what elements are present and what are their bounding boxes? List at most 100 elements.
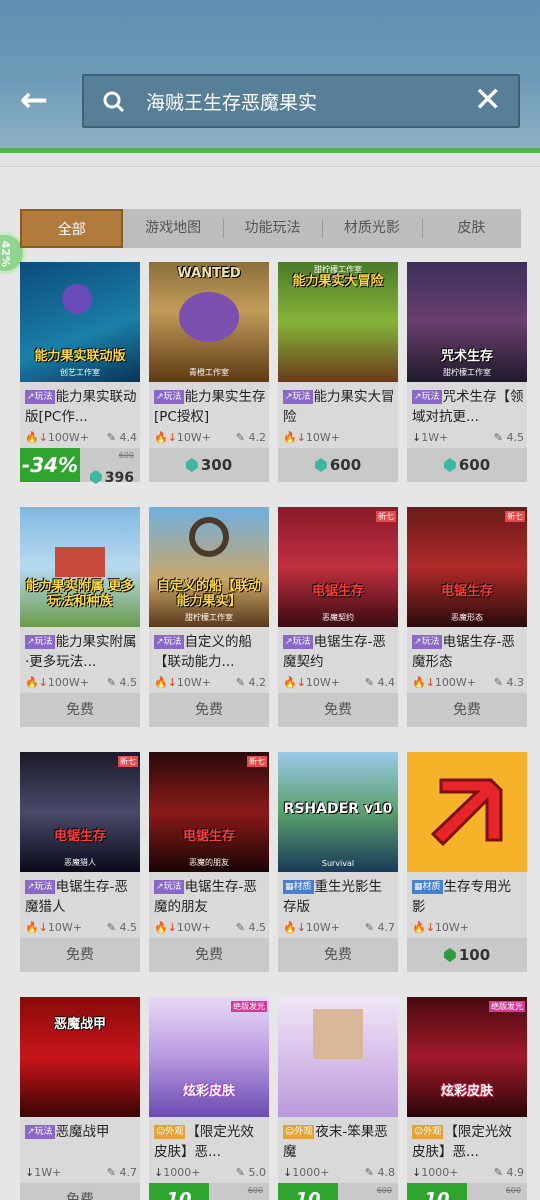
rating-icon: ✎: [493, 431, 503, 444]
content-card[interactable]: 新七 电锯生存 恶魔形态 ↗玩法 电锯生存-恶魔形态 🔥↓100W+ ✎ 4.3 免…: [407, 507, 527, 727]
content-card[interactable]: ☺外观 夜末-笨果恶魔 ↓1000+ ✎ 4.8 10 600: [278, 997, 398, 1200]
card-thumbnail: RSHADER v10 Survival: [278, 752, 398, 872]
thumb-title: 咒术生存: [440, 349, 493, 364]
close-icon[interactable]: ✕: [474, 82, 503, 118]
new-badge: 新七: [505, 511, 525, 522]
content-card[interactable]: 能力果实大冒险 甜柠檬工作室 ↗玩法 能力果实大冒险 🔥↓10W+ 600: [278, 262, 398, 482]
diamond-icon: [314, 458, 327, 472]
tag-play: ↗玩法: [154, 635, 184, 649]
rating-icon: ✎: [364, 1166, 374, 1179]
card-title: ↗玩法 能力果实大冒险: [283, 389, 395, 425]
price-bar: 10 600: [278, 1183, 398, 1200]
tab-textures[interactable]: 材质光影: [322, 209, 421, 248]
price-bar: 免费: [407, 693, 527, 727]
thumb-subtitle: 恶魔形态: [451, 613, 483, 622]
content-card[interactable]: ▦材质 生存专用光影 🔥↓10W+ 100: [407, 752, 527, 972]
card-title: ↗玩法 恶魔战甲: [25, 1124, 110, 1140]
thumb-title: WANTED: [177, 266, 241, 281]
card-thumbnail: [278, 997, 398, 1117]
glow-badge: 绝版发光: [489, 1001, 525, 1012]
card-stats: 🔥↓10W+: [283, 431, 341, 444]
tag-skin: ☺外观: [154, 1125, 186, 1139]
new-badge: 新七: [118, 756, 138, 767]
search-input[interactable]: 海贼王生存恶魔果实 ✕: [82, 74, 520, 128]
thumb-title: RSHADER v10: [283, 801, 393, 817]
hot-download-icon: 🔥↓: [25, 431, 48, 444]
tag-material: ▦材质: [412, 880, 443, 894]
thumb-title: 炫彩皮肤: [440, 1084, 493, 1099]
content-card[interactable]: 能力果实联动版 创艺工作室 ↗玩法 能力果实联动版[PC作... 🔥↓100W+ ✎…: [20, 262, 140, 486]
content-card[interactable]: 新七 电锯生存 恶魔猎人 ↗玩法 电锯生存-恶魔猎人 🔥↓10W+ ✎ 4.5 免费: [20, 752, 140, 972]
hot-download-icon: 🔥↓: [154, 431, 177, 444]
category-tabs: 全部 游戏地图 功能玩法 材质光影 皮肤: [20, 209, 521, 248]
card-thumbnail: 新七 电锯生存 恶魔契约: [278, 507, 398, 627]
content-card[interactable]: 咒术生存 甜柠檬工作室 ↗玩法 咒术生存【领域对抗更... ↓1W+ ✎ 4.5 6…: [407, 262, 527, 482]
card-stats: ↓1W+ ✎ 4.5: [412, 431, 524, 444]
download-icon: ↓: [283, 1166, 293, 1179]
price: 300: [200, 456, 233, 474]
card-thumbnail: 绝版发光 炫彩皮肤: [149, 997, 269, 1117]
thumb-title: 电锯生存: [53, 829, 106, 844]
card-title: ↗玩法 能力果实生存[PC授权]: [154, 389, 266, 425]
rating-icon: ✎: [235, 1166, 245, 1179]
tag-material: ▦材质: [283, 880, 314, 894]
content-card[interactable]: 绝版发光 炫彩皮肤 ☺外观 【限定光效皮肤】恶... ↓1000+ ✎ 5.0 10…: [149, 997, 269, 1200]
back-arrow-icon[interactable]: ←: [14, 82, 54, 122]
discount-badge: 10: [278, 1183, 338, 1200]
tab-all[interactable]: 全部: [20, 209, 124, 248]
thumb-subtitle: Survival: [321, 859, 355, 868]
rating-icon: ✎: [493, 1166, 503, 1179]
thumb-title: 炫彩皮肤: [182, 1084, 235, 1099]
tag-play: ↗玩法: [25, 880, 55, 894]
tag-play: ↗玩法: [283, 390, 313, 404]
discount-badge: 10: [149, 1183, 209, 1200]
tab-skins[interactable]: 皮肤: [421, 209, 521, 248]
tab-gameplay[interactable]: 功能玩法: [222, 209, 322, 248]
tab-game-maps[interactable]: 游戏地图: [123, 209, 222, 248]
search-query[interactable]: 海贼王生存恶魔果实: [146, 88, 317, 115]
price-bar: 免费: [278, 693, 398, 727]
hot-download-icon: 🔥↓: [283, 676, 306, 689]
hot-download-icon: 🔥↓: [412, 676, 435, 689]
tag-play: ↗玩法: [25, 1125, 55, 1139]
glow-badge: 绝版发光: [231, 1001, 267, 1012]
diamond-icon: [185, 458, 198, 472]
content-card[interactable]: 新七 电锯生存 恶魔契约 ↗玩法 电锯生存-恶魔契约 🔥↓10W+ ✎ 4.4 免费: [278, 507, 398, 727]
new-badge: 新七: [376, 511, 396, 522]
download-icon: ↓: [25, 1166, 35, 1179]
tag-skin: ☺外观: [283, 1125, 315, 1139]
card-stats: 🔥↓10W+: [412, 921, 470, 934]
download-icon: ↓: [412, 431, 422, 444]
thumb-title: 恶魔战甲: [53, 1017, 106, 1032]
hot-download-icon: 🔥↓: [283, 431, 306, 444]
thumb-subtitle: 甜柠檬工作室: [314, 265, 362, 274]
card-stats: 🔥↓10W+ ✎ 4.5: [154, 921, 266, 934]
card-thumbnail: 新七 电锯生存 恶魔的朋友: [149, 752, 269, 872]
card-stats: 🔥↓10W+ ✎ 4.7: [283, 921, 395, 934]
card-title: ↗玩法 能力果实附属·更多玩法...: [25, 634, 137, 670]
tag-skin: ☺外观: [412, 1125, 444, 1139]
content-card[interactable]: 恶魔战甲 ↗玩法 恶魔战甲 ↓1W+ ✎ 4.7 免费: [20, 997, 140, 1200]
rating-icon: ✎: [106, 431, 116, 444]
price-bar: 10 600: [149, 1183, 269, 1200]
content-card[interactable]: 能力果实附属 更多玩法和种族 ↗玩法 能力果实附属·更多玩法... 🔥↓100W+…: [20, 507, 140, 727]
card-stats: ↓1000+ ✎ 4.8: [283, 1166, 395, 1179]
content-card[interactable]: WANTED 青橙工作室 ↗玩法 能力果实生存[PC授权] 🔥↓10W+ ✎ 4.2…: [149, 262, 269, 482]
divider: [0, 153, 540, 167]
card-title: ↗玩法 电锯生存-恶魔契约: [283, 634, 386, 670]
content-card[interactable]: RSHADER v10 Survival ▦材质 重生光影生存版 🔥↓10W+ ✎ …: [278, 752, 398, 972]
download-icon: ↓: [412, 1166, 422, 1179]
diamond-icon: [89, 470, 102, 484]
tag-play: ↗玩法: [154, 880, 184, 894]
content-card[interactable]: 绝版发光 炫彩皮肤 ☺外观 【限定光效皮肤】恶... ↓1000+ ✎ 4.9 10…: [407, 997, 527, 1200]
old-price: 600: [118, 451, 134, 460]
content-card[interactable]: 新七 电锯生存 恶魔的朋友 ↗玩法 电锯生存-恶魔的朋友 🔥↓10W+ ✎ 4.5 …: [149, 752, 269, 972]
price-bar: -34% 600 396: [20, 448, 140, 486]
thumb-subtitle: 恶魔契约: [322, 613, 354, 622]
thumb-title: 电锯生存: [311, 584, 364, 599]
thumb-subtitle: 甜柠檬工作室: [185, 613, 233, 622]
thumb-subtitle: 青橙工作室: [189, 368, 229, 377]
price: 396: [104, 470, 134, 486]
card-title: ▦材质 生存专用光影: [412, 879, 512, 915]
content-card[interactable]: 自定义的船【联动能力果实】 甜柠檬工作室 ↗玩法 自定义的船【联动能力... 🔥↓…: [149, 507, 269, 727]
